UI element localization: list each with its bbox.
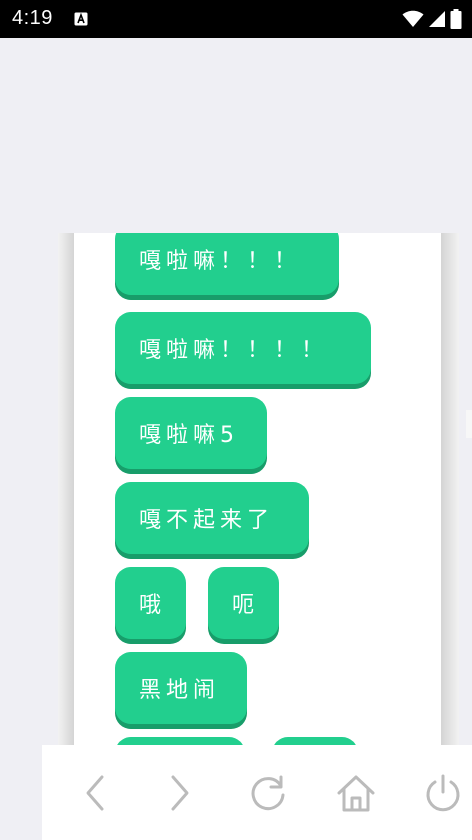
phrase-chip[interactable] [272,737,358,745]
phrase-chip[interactable] [115,737,245,745]
power-icon [426,774,460,812]
wifi-icon [402,10,424,27]
browser-bottom-nav [42,745,472,840]
phrase-chip[interactable]: 哦 [115,567,186,639]
top-blank-area [0,38,472,233]
status-time: 4:19 [12,7,53,29]
back-button[interactable] [67,765,123,821]
home-icon [337,775,375,812]
phrase-chip[interactable]: 嘎啦嘛！！！！ [115,312,371,384]
forward-button[interactable] [152,765,208,821]
refresh-icon [251,775,285,811]
frame-shadow-right [441,233,459,745]
status-icons [402,8,462,30]
side-edge-marker [466,410,472,438]
bottom-left-gap [0,745,42,840]
cellular-signal-icon [429,11,445,27]
status-bar: 4:19 [0,0,472,38]
phrase-chip[interactable]: 嘎啦嘛5 [115,397,267,469]
phrase-chip[interactable]: 呃 [208,567,279,639]
power-button[interactable] [415,765,471,821]
home-button[interactable] [328,765,384,821]
chip-list-panel[interactable]: 嘎啦嘛！！！ 嘎啦嘛！！！！ 嘎啦嘛5 嘎不起来了 哦 呃 黑地闹 [74,233,441,745]
forward-arrow-icon [171,775,189,811]
phrase-chip[interactable]: 黑地闹 [115,652,247,724]
frame-shadow-left [58,233,74,745]
notification-a-icon [74,12,88,26]
battery-icon [450,9,462,29]
phrase-chip[interactable]: 嘎不起来了 [115,482,309,554]
refresh-button[interactable] [240,765,296,821]
phrase-chip[interactable]: 嘎啦嘛！！！ [115,233,339,295]
back-arrow-icon [86,775,104,811]
